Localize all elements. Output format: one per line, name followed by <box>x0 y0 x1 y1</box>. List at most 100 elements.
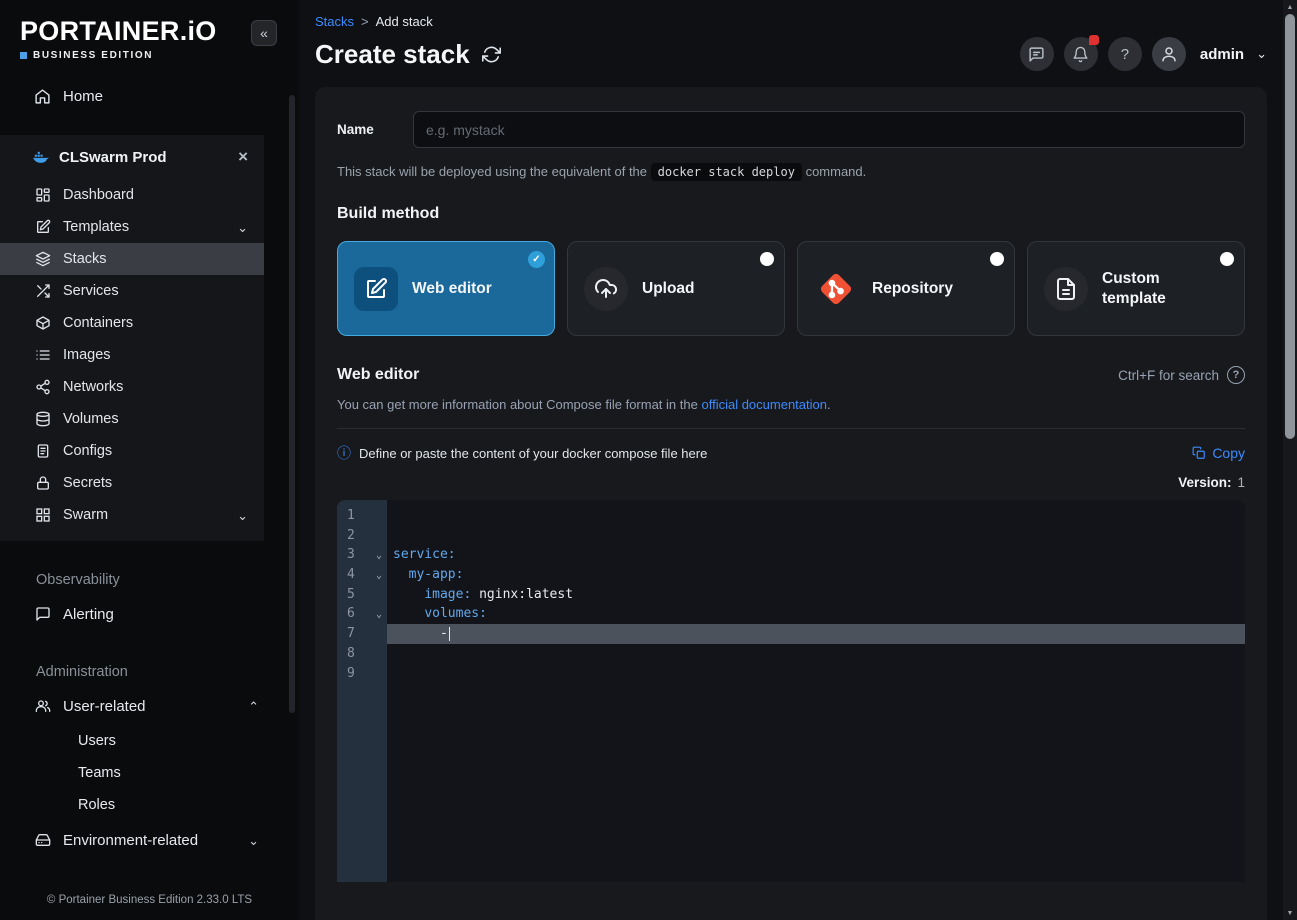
username[interactable]: admin <box>1200 46 1244 63</box>
sidebar-item-label: Home <box>63 87 104 105</box>
build-method-custom-template[interactable]: Custom template <box>1027 241 1245 336</box>
code-line-active[interactable]: - <box>387 624 1245 644</box>
sidebar-item-volumes[interactable]: Volumes <box>0 403 264 435</box>
environment-panel: CLSwarm Prod × Dashboard Templates ⌄ Sta… <box>0 135 264 541</box>
editor-code-area[interactable]: service: my-app: image: nginx:latest vol… <box>387 500 1245 882</box>
user-avatar[interactable] <box>1151 37 1186 71</box>
stacks-icon <box>34 251 51 268</box>
header-actions: ? admin ⌄ <box>1019 35 1267 71</box>
code-line[interactable] <box>387 526 1245 546</box>
sidebar-item-templates[interactable]: Templates ⌄ <box>0 211 264 243</box>
sidebar-item-environment-related[interactable]: Environment-related ⌄ <box>0 821 299 859</box>
web-editor-section: Web editor Ctrl+F for search ? You can g… <box>337 366 1245 882</box>
refresh-icon[interactable] <box>481 45 501 64</box>
sidebar-item-user-related[interactable]: User-related ⌃ <box>0 687 299 725</box>
portainer-logo: PORTAINER.iO BUSINESS EDITION <box>20 16 217 61</box>
user-menu-chevron-icon[interactable]: ⌄ <box>1256 46 1267 62</box>
sidebar-item-label: Images <box>63 347 111 363</box>
breadcrumb-link-stacks[interactable]: Stacks <box>315 14 354 29</box>
environment-header[interactable]: CLSwarm Prod × <box>0 135 264 179</box>
code-line[interactable]: my-app: <box>387 565 1245 585</box>
search-hint: Ctrl+F for search ? <box>1118 366 1245 384</box>
breadcrumb: Stacks > Add stack <box>315 14 1267 29</box>
sidebar-item-swarm[interactable]: Swarm ⌄ <box>0 499 264 531</box>
copy-icon <box>1192 446 1206 460</box>
close-environment-icon[interactable]: × <box>238 147 248 167</box>
code-line[interactable]: volumes: <box>387 604 1245 624</box>
chevron-down-icon: ⌄ <box>248 832 259 848</box>
sidebar-item-label: Roles <box>78 797 116 813</box>
sidebar-item-dashboard[interactable]: Dashboard <box>0 179 264 211</box>
sidebar-item-label: Configs <box>63 443 113 459</box>
version-indicator: Version: 1 <box>1178 475 1245 490</box>
sidebar-item-label: Secrets <box>63 475 113 491</box>
scroll-up-icon[interactable]: ▲ <box>1283 0 1297 14</box>
compose-editor[interactable]: 1 2 3 ⌄ 4 ⌄ 5 6 ⌄ 7 8 9 service: my-app:… <box>337 500 1245 882</box>
help-circle-icon[interactable]: ? <box>1227 366 1245 384</box>
scroll-down-icon[interactable]: ▼ <box>1283 906 1297 920</box>
sidebar-item-networks[interactable]: Networks <box>0 371 264 403</box>
secrets-icon <box>34 475 51 492</box>
web-editor-title: Web editor <box>337 366 420 383</box>
method-label: Upload <box>642 279 695 297</box>
collapse-icon: « <box>260 25 268 41</box>
official-documentation-link[interactable]: official documentation <box>701 397 827 412</box>
line-number: 4 ⌄ <box>337 565 387 585</box>
sidebar-collapse-button[interactable]: « <box>251 20 277 46</box>
sidebar-scrollbar[interactable] <box>289 95 295 713</box>
sidebar-item-containers[interactable]: Containers <box>0 307 264 339</box>
sidebar-item-stacks[interactable]: Stacks <box>0 243 264 275</box>
chat-button[interactable] <box>1019 37 1054 71</box>
code-line[interactable] <box>387 506 1245 526</box>
fold-icon[interactable]: ⌄ <box>376 605 382 625</box>
notifications-button[interactable] <box>1063 35 1099 71</box>
method-label: Repository <box>872 279 953 297</box>
build-method-selector: Web editor ✓ Upload Repository Custom te… <box>337 241 1245 336</box>
chevron-down-icon: ⌄ <box>237 219 248 235</box>
code-line[interactable]: image: nginx:latest <box>387 585 1245 605</box>
code-line[interactable] <box>387 664 1245 684</box>
sidebar-item-label: Users <box>78 733 116 749</box>
scrollbar-thumb[interactable] <box>1285 14 1295 439</box>
networks-icon <box>34 379 51 396</box>
sidebar-item-label: Volumes <box>63 411 119 427</box>
editor-gutter: 1 2 3 ⌄ 4 ⌄ 5 6 ⌄ 7 8 9 <box>337 500 387 882</box>
templates-icon <box>34 219 51 236</box>
name-label: Name <box>337 122 374 137</box>
sidebar-item-configs[interactable]: Configs <box>0 435 264 467</box>
page-scrollbar[interactable]: ▲ ▼ <box>1283 0 1297 920</box>
code-line[interactable] <box>387 644 1245 664</box>
sidebar-item-images[interactable]: Images <box>0 339 264 371</box>
code-line[interactable]: service: <box>387 545 1245 565</box>
build-method-upload[interactable]: Upload <box>567 241 785 336</box>
volumes-icon <box>34 411 51 428</box>
home-icon <box>34 88 51 105</box>
sidebar-item-label: Teams <box>78 765 121 781</box>
copy-button[interactable]: Copy <box>1192 445 1245 461</box>
file-text-icon <box>1044 266 1088 311</box>
notification-badge <box>1088 35 1099 45</box>
stack-name-input[interactable] <box>413 111 1245 148</box>
edition-square-icon <box>20 52 27 59</box>
sidebar-item-alerting[interactable]: Alerting <box>0 595 299 633</box>
line-number: 3 ⌄ <box>337 545 387 565</box>
sidebar-item-services[interactable]: Services <box>0 275 264 307</box>
edition-label: BUSINESS EDITION <box>33 50 154 61</box>
images-icon <box>34 347 51 364</box>
help-button[interactable]: ? <box>1107 37 1142 71</box>
sidebar-item-home[interactable]: Home <box>0 77 299 115</box>
radio-icon <box>1220 252 1234 266</box>
sidebar-item-label: Stacks <box>63 251 107 267</box>
sidebar-item-secrets[interactable]: Secrets <box>0 467 264 499</box>
build-method-repository[interactable]: Repository <box>797 241 1015 336</box>
services-icon <box>34 283 51 300</box>
sidebar-item-roles[interactable]: Roles <box>0 789 299 821</box>
line-number: 7 <box>347 626 355 642</box>
chevron-down-icon: ⌄ <box>237 507 248 523</box>
sidebar-item-users[interactable]: Users <box>0 725 299 757</box>
fold-icon[interactable]: ⌄ <box>376 566 382 586</box>
fold-icon[interactable]: ⌄ <box>376 546 382 566</box>
sidebar-item-teams[interactable]: Teams <box>0 757 299 789</box>
build-method-web-editor[interactable]: Web editor ✓ <box>337 241 555 336</box>
docker-whale-icon <box>32 149 49 166</box>
